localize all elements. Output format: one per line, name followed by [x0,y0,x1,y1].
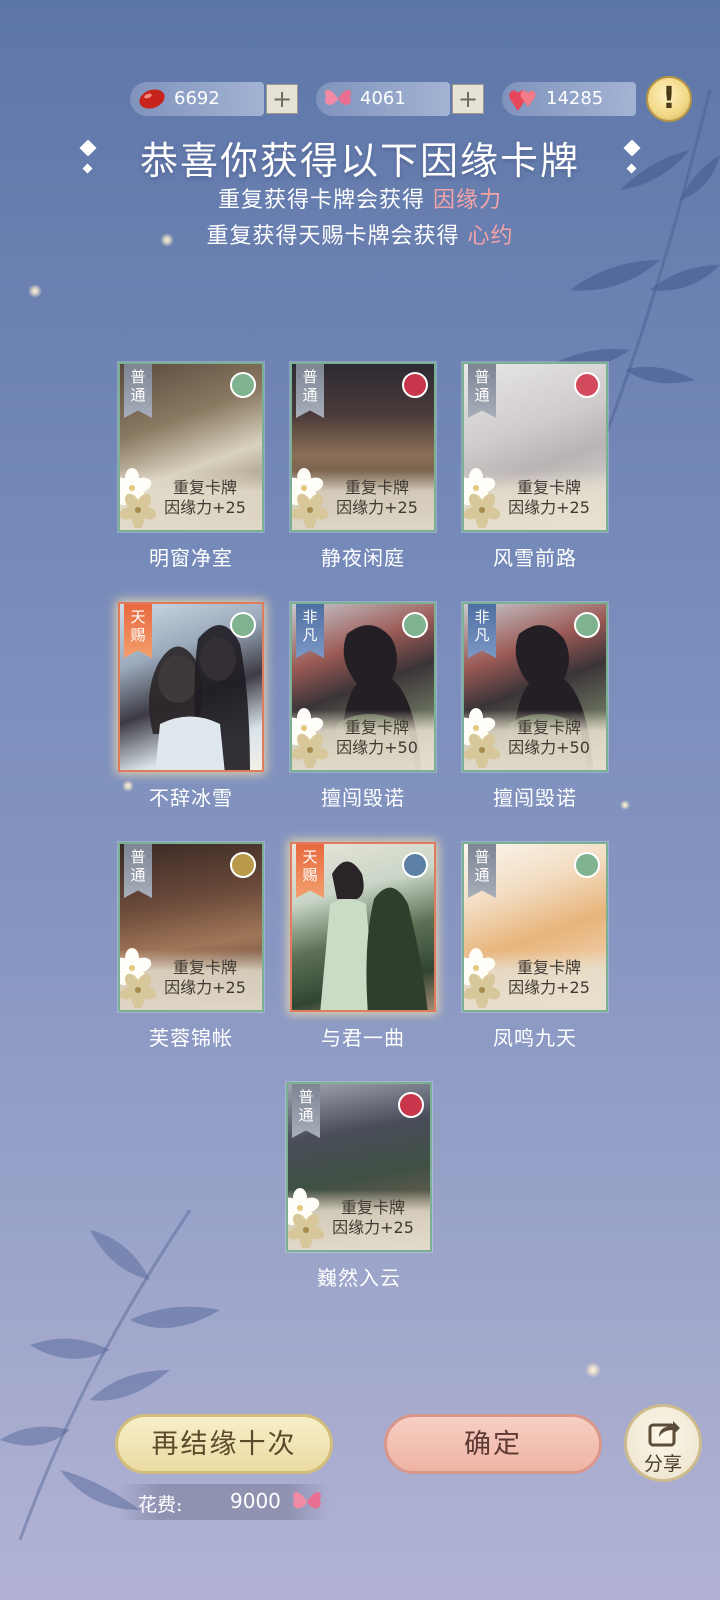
card-art[interactable]: 非 凡重复卡牌 因缘力+50 [462,602,608,772]
duplicate-overlay: 重复卡牌 因缘力+25 [292,468,434,530]
card-art[interactable]: 普 通重复卡牌 因缘力+25 [290,362,436,532]
duplicate-reward: 因缘力+25 [336,498,418,517]
duplicate-reward: 因缘力+25 [164,978,246,997]
card-type-badge-icon [230,372,256,398]
duplicate-overlay: 重复卡牌 因缘力+50 [292,708,434,770]
rank-tag: 普 通 [296,364,324,418]
card-name: 静夜闲庭 [321,546,405,570]
card-art[interactable]: 普 通重复卡牌 因缘力+25 [118,842,264,1012]
notice-button[interactable]: ! [646,76,692,122]
card-type-badge-icon [574,852,600,878]
card-item[interactable]: 普 通重复卡牌 因缘力+25 静夜闲庭 [290,362,436,571]
rank-tag: 普 通 [124,844,152,898]
card-art[interactable]: 普 通重复卡牌 因缘力+25 [462,362,608,532]
sparkle [28,284,42,298]
sparkle [620,800,630,810]
card-type-badge-icon [230,852,256,878]
duplicate-reward: 因缘力+25 [508,498,590,517]
card-type-badge-icon [230,612,256,638]
card-name: 不辞冰雪 [149,786,233,810]
rank-tag: 天 赐 [124,604,152,658]
red-bean-icon [139,89,165,109]
card-art[interactable]: 非 凡重复卡牌 因缘力+50 [290,602,436,772]
confirm-button[interactable]: 确定 [384,1414,602,1474]
resource-counter-hearts: 14285 [502,82,636,116]
card-name: 风雪前路 [493,546,577,570]
resource-counter-beans: 6692 [130,82,264,116]
card-type-badge-icon [398,1092,424,1118]
hearts-icon [509,90,536,111]
resource-counter-butterflies: 4061 [316,82,450,116]
share-button[interactable]: 分享 [624,1404,702,1482]
duplicate-overlay: 重复卡牌 因缘力+25 [464,948,606,1010]
duplicate-reward: 因缘力+50 [508,738,590,757]
rank-tag: 普 通 [468,364,496,418]
duplicate-reward: 因缘力+25 [164,498,246,517]
duplicate-overlay: 重复卡牌 因缘力+25 [464,468,606,530]
duplicate-reward: 因缘力+25 [332,1218,414,1237]
card-item[interactable]: 普 通重复卡牌 因缘力+25 芙蓉锦帐 [118,842,264,1051]
add-butterflies-button[interactable]: + [452,84,484,114]
page-title: 恭喜你获得以下因缘卡牌 [139,139,580,183]
duplicate-overlay: 重复卡牌 因缘力+50 [464,708,606,770]
card-item[interactable]: 非 凡重复卡牌 因缘力+50 擅闯毁诺 [462,602,608,811]
rank-tag: 普 通 [292,1084,320,1138]
card-type-badge-icon [402,612,428,638]
card-type-badge-icon [402,372,428,398]
butterfly-icon [293,1492,321,1509]
card-item[interactable]: 普 通重复卡牌 因缘力+25 凤鸣九天 [462,842,608,1051]
card-name: 与君一曲 [321,1026,405,1050]
cost-value: 9000 [230,1489,281,1513]
card-name: 擅闯毁诺 [493,786,577,810]
card-art[interactable]: 天 赐 [290,842,436,1012]
rank-tag: 非 凡 [296,604,324,658]
butterfly-icon [324,89,352,105]
duplicate-overlay: 重复卡牌 因缘力+25 [120,948,262,1010]
card-item[interactable]: 非 凡重复卡牌 因缘力+50 擅闯毁诺 [290,602,436,811]
add-beans-button[interactable]: + [266,84,298,114]
duplicate-overlay: 重复卡牌 因缘力+25 [120,468,262,530]
share-label: 分享 [643,1453,682,1475]
card-name: 巍然入云 [317,1266,401,1290]
rank-tag: 普 通 [468,844,496,898]
cost-bar: 花费: 9000 [118,1484,330,1520]
card-name: 凤鸣九天 [493,1026,577,1050]
card-type-badge-icon [402,852,428,878]
card-item[interactable]: 天 赐与君一曲 [290,842,436,1051]
share-icon [648,1421,680,1447]
card-name: 明窗净室 [149,546,233,570]
draw-again-button[interactable]: 再结缘十次 [115,1414,333,1474]
hearts-value: 14285 [546,88,604,109]
beans-value: 6692 [174,88,220,109]
card-type-badge-icon [574,372,600,398]
card-type-badge-icon [574,612,600,638]
subtitle-line-2: 重复获得天赐卡牌会获得 心约 [0,218,720,250]
subtitle-line-2-highlight: 心约 [467,224,514,249]
sparkle [585,1362,601,1378]
subtitle-line-1-text: 重复获得卡牌会获得 [217,188,425,213]
card-name: 芙蓉锦帐 [149,1026,233,1050]
butterflies-value: 4061 [360,88,406,109]
card-art[interactable]: 普 通重复卡牌 因缘力+25 [462,842,608,1012]
rank-tag: 非 凡 [468,604,496,658]
subtitle-line-1-highlight: 因缘力 [433,188,503,213]
cost-label: 花费: [138,1494,183,1516]
duplicate-reward: 因缘力+25 [508,978,590,997]
card-item[interactable]: 普 通重复卡牌 因缘力+25 巍然入云 [286,1082,432,1291]
card-art[interactable]: 普 通重复卡牌 因缘力+25 [118,362,264,532]
duplicate-reward: 因缘力+50 [336,738,418,757]
card-item[interactable]: 普 通重复卡牌 因缘力+25 风雪前路 [462,362,608,571]
duplicate-overlay: 重复卡牌 因缘力+25 [288,1188,430,1250]
card-name: 擅闯毁诺 [321,786,405,810]
card-art[interactable]: 普 通重复卡牌 因缘力+25 [286,1082,432,1252]
card-item[interactable]: 普 通重复卡牌 因缘力+25 明窗净室 [118,362,264,571]
card-art[interactable]: 天 赐 [118,602,264,772]
rank-tag: 天 赐 [296,844,324,898]
subtitle-line-1: 重复获得卡牌会获得 因缘力 [0,182,720,214]
subtitle-line-2-text: 重复获得天赐卡牌会获得 [206,224,460,249]
rank-tag: 普 通 [124,364,152,418]
card-item[interactable]: 天 赐不辞冰雪 [118,602,264,811]
